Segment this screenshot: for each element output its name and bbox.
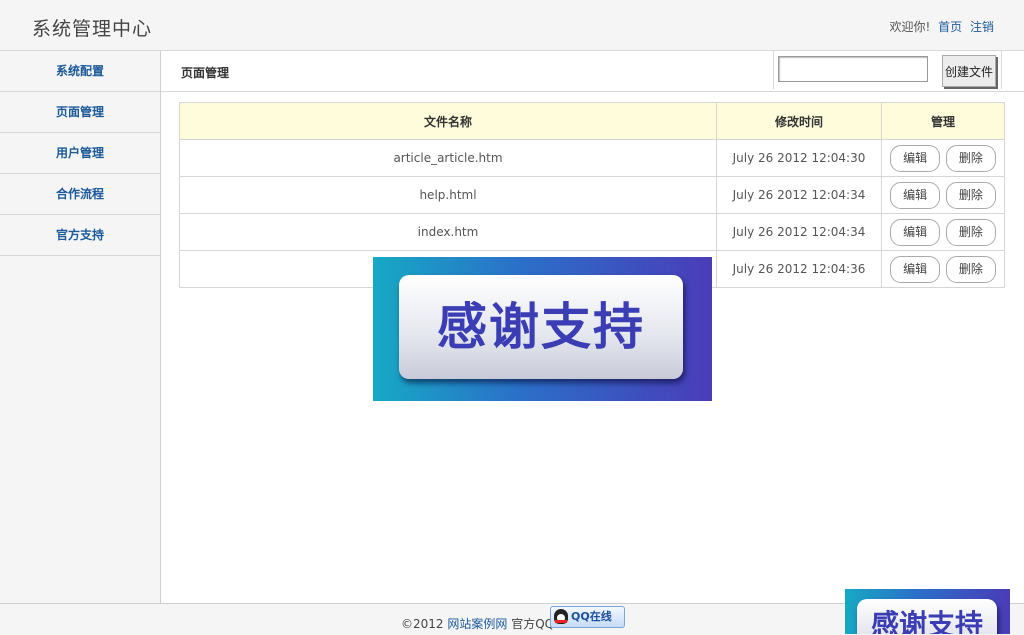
app-title: 系统管理中心 bbox=[32, 18, 153, 40]
delete-button[interactable]: 删除 bbox=[945, 255, 996, 283]
filename-cell: index.htm bbox=[179, 213, 717, 251]
page-title: 页面管理 bbox=[181, 66, 230, 80]
sidebar-item-page-management[interactable]: 页面管理 bbox=[0, 92, 160, 133]
qq-online-button[interactable]: QQ在线 bbox=[550, 606, 625, 628]
qq-penguin-icon bbox=[554, 609, 568, 624]
table-row: index.htm July 26 2012 12:04:34 编辑 删除 bbox=[179, 213, 1005, 251]
edit-button[interactable]: 编辑 bbox=[890, 144, 941, 172]
edit-button[interactable]: 编辑 bbox=[890, 255, 941, 283]
create-file-form: 创建文件 bbox=[773, 51, 1002, 89]
top-header: 系统管理中心 欢迎你! 首页 注销 bbox=[0, 0, 1024, 51]
filename-cell: article_article.htm bbox=[179, 139, 717, 177]
filename-cell: help.html bbox=[179, 176, 717, 214]
thank-you-corner-text: 感谢支持 bbox=[857, 599, 997, 634]
filename-input[interactable] bbox=[778, 56, 928, 82]
sidebar-item-official-support[interactable]: 官方支持 bbox=[0, 215, 160, 256]
modified-time-cell: July 26 2012 12:04:34 bbox=[716, 176, 882, 214]
column-header-modified-time: 修改时间 bbox=[716, 102, 882, 140]
home-link[interactable]: 首页 bbox=[938, 20, 962, 34]
thank-you-banner[interactable]: 感谢支持 bbox=[373, 257, 712, 401]
footer-text: ©2012 网站案例网 官方QQ bbox=[401, 615, 554, 632]
official-qq-label: 官方QQ bbox=[511, 617, 555, 631]
manage-cell: 编辑 删除 bbox=[881, 139, 1005, 177]
thank-you-text: 感谢支持 bbox=[399, 275, 683, 379]
modified-time-cell: July 26 2012 12:04:34 bbox=[716, 213, 882, 251]
toolbar: 页面管理 创建文件 bbox=[161, 51, 1024, 92]
modified-time-cell: July 26 2012 12:04:30 bbox=[716, 139, 882, 177]
sidebar-item-cooperation-process[interactable]: 合作流程 bbox=[0, 174, 160, 215]
manage-cell: 编辑 删除 bbox=[881, 176, 1005, 214]
table-row: help.html July 26 2012 12:04:34 编辑 删除 bbox=[179, 176, 1005, 214]
sidebar: 系统配置 页面管理 用户管理 合作流程 官方支持 bbox=[0, 51, 161, 603]
sidebar-item-system-config[interactable]: 系统配置 bbox=[0, 51, 160, 92]
manage-cell: 编辑 删除 bbox=[881, 250, 1005, 288]
logout-link[interactable]: 注销 bbox=[970, 20, 994, 34]
thank-you-corner-banner[interactable]: 感谢支持 bbox=[845, 589, 1010, 634]
table-row: article_article.htm July 26 2012 12:04:3… bbox=[179, 139, 1005, 177]
manage-cell: 编辑 删除 bbox=[881, 213, 1005, 251]
qq-online-label: QQ在线 bbox=[571, 610, 612, 623]
copyright-text: ©2012 bbox=[401, 617, 444, 631]
column-header-filename: 文件名称 bbox=[179, 102, 717, 140]
edit-button[interactable]: 编辑 bbox=[890, 181, 941, 209]
welcome-text: 欢迎你! bbox=[889, 20, 931, 34]
table-header-row: 文件名称 修改时间 管理 bbox=[179, 102, 1005, 140]
modified-time-cell: July 26 2012 12:04:36 bbox=[716, 250, 882, 288]
column-header-manage: 管理 bbox=[881, 102, 1005, 140]
delete-button[interactable]: 删除 bbox=[945, 144, 996, 172]
sidebar-item-user-management[interactable]: 用户管理 bbox=[0, 133, 160, 174]
create-file-button[interactable]: 创建文件 bbox=[942, 55, 996, 87]
user-area: 欢迎你! 首页 注销 bbox=[890, 18, 995, 35]
delete-button[interactable]: 删除 bbox=[945, 181, 996, 209]
edit-button[interactable]: 编辑 bbox=[890, 218, 941, 246]
delete-button[interactable]: 删除 bbox=[945, 218, 996, 246]
site-link[interactable]: 网站案例网 bbox=[447, 617, 507, 631]
